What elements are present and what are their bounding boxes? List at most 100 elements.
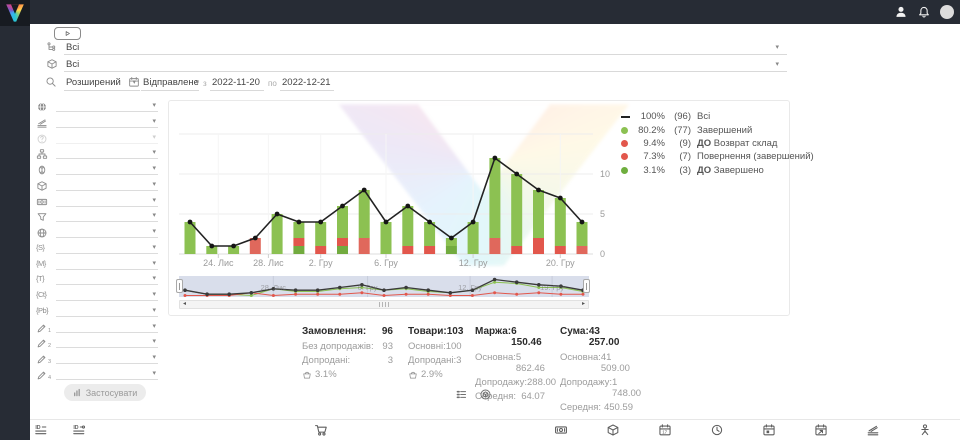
legend-item[interactable]: 3.1%(3)ДО Завершено xyxy=(621,164,814,177)
bar-segment-return_completed[interactable] xyxy=(577,246,588,254)
data-point[interactable] xyxy=(384,220,389,225)
date-sent-icon[interactable] xyxy=(762,423,776,437)
payment-icon[interactable] xyxy=(554,423,568,437)
filter-funnel-select[interactable]: ▾ xyxy=(36,210,162,225)
bar-segment-return_warehouse[interactable] xyxy=(402,246,413,254)
bar-segment-return_warehouse[interactable] xyxy=(555,246,566,254)
data-point[interactable] xyxy=(471,220,476,225)
legend-item[interactable]: 9.4%(9)ДО Возврат склад xyxy=(621,137,814,150)
data-point[interactable] xyxy=(340,204,345,209)
filter-help-filter-select[interactable]: ▾ xyxy=(36,132,162,147)
bar-segment-completed[interactable] xyxy=(468,222,479,254)
bar-segment-return_completed[interactable] xyxy=(359,238,370,254)
bar-segment-return_warehouse[interactable] xyxy=(293,238,304,246)
bar-segment-return_warehouse[interactable] xyxy=(315,246,326,254)
bar-segment-completed[interactable] xyxy=(337,206,348,238)
filter-custom-field-4-select[interactable]: 4▾ xyxy=(36,368,162,383)
list-view-toggle[interactable] xyxy=(455,388,468,401)
data-point[interactable] xyxy=(514,172,519,177)
scroll-right-button[interactable]: ▸ xyxy=(579,301,588,308)
apply-button[interactable]: Застосувати xyxy=(64,384,146,401)
bar-segment-do_completed[interactable] xyxy=(446,246,457,254)
date-type-select[interactable]: Відправлене ▾ xyxy=(141,74,199,91)
user-icon[interactable] xyxy=(894,5,908,19)
search-filter-row: Розширений ▾ Відправлене ▾ з 2022-11-20 … xyxy=(44,74,788,91)
products-icon[interactable] xyxy=(606,423,620,437)
navigator-scrollbar[interactable]: ◂ ▸ xyxy=(179,300,589,309)
filter-utm-term-select[interactable]: {T}▾ xyxy=(36,273,162,288)
product-select[interactable]: Всі ▾ xyxy=(44,56,788,72)
bar-segment-do_completed[interactable] xyxy=(337,246,348,254)
bar-segment-completed[interactable] xyxy=(511,174,522,246)
bar-segment-return_warehouse[interactable] xyxy=(533,238,544,254)
filter-utm-source-select[interactable]: {S}▾ xyxy=(36,242,162,257)
product-view-toggle[interactable] xyxy=(479,388,492,401)
order-id-icon[interactable]: ID xyxy=(34,423,48,437)
bar-segment-completed[interactable] xyxy=(533,190,544,238)
scroll-left-button[interactable]: ◂ xyxy=(180,301,189,308)
data-point[interactable] xyxy=(275,212,280,217)
source-select[interactable]: Всі ▾ xyxy=(44,39,788,55)
data-point[interactable] xyxy=(427,220,432,225)
bar-segment-return_completed[interactable] xyxy=(489,238,500,254)
courier-icon[interactable] xyxy=(918,423,932,437)
data-point[interactable] xyxy=(231,244,236,249)
bar-segment-completed[interactable] xyxy=(577,222,588,246)
data-point[interactable] xyxy=(449,236,454,241)
data-point[interactable] xyxy=(188,220,193,225)
data-point[interactable] xyxy=(558,196,563,201)
data-point[interactable] xyxy=(362,188,367,193)
divider xyxy=(280,90,334,91)
data-point[interactable] xyxy=(536,188,541,193)
filter-utm-content-select[interactable]: {Ct}▾ xyxy=(36,289,162,304)
navigator-left-handle[interactable] xyxy=(176,279,183,293)
app-logo[interactable] xyxy=(0,0,30,26)
filter-status-group-select[interactable]: ▾ xyxy=(36,116,162,131)
data-point[interactable] xyxy=(209,244,214,249)
scrollbar-grip[interactable] xyxy=(379,302,389,307)
filter-site-select[interactable]: ▾ xyxy=(36,226,162,241)
time-icon[interactable] xyxy=(710,423,724,437)
legend-item[interactable]: 80.2%(77)Завершений xyxy=(621,123,814,136)
stat-row: Основна:5 862.46 xyxy=(475,352,545,374)
chart-navigator[interactable]: 28. Лис6. Гру12. Гру19. Гру xyxy=(179,276,589,297)
bar-segment-completed[interactable] xyxy=(359,190,370,238)
avatar[interactable] xyxy=(940,5,954,19)
legend-item[interactable]: 100%(96)Всі xyxy=(621,110,814,123)
bar-segment-do_completed[interactable] xyxy=(293,246,304,254)
bar-segment-return_warehouse[interactable] xyxy=(337,238,348,246)
filter-country-select[interactable]: ▾ xyxy=(36,100,162,115)
data-point[interactable] xyxy=(318,220,323,225)
bar-segment-completed[interactable] xyxy=(555,198,566,246)
bar-segment-completed[interactable] xyxy=(315,222,326,246)
date-from-input[interactable]: 2022-11-20 xyxy=(210,74,264,91)
data-point[interactable] xyxy=(580,220,585,225)
data-point[interactable] xyxy=(253,236,258,241)
notifications-bell-icon[interactable] xyxy=(917,5,931,19)
date-created-icon[interactable]: 17 xyxy=(658,423,672,437)
date-delivered-icon[interactable] xyxy=(814,423,828,437)
cart-icon[interactable] xyxy=(314,423,328,437)
filter-utm-medium-select[interactable]: {M}▾ xyxy=(36,258,162,273)
order-id-status-icon[interactable]: ID xyxy=(72,423,86,437)
navigator-right-handle[interactable] xyxy=(583,279,590,293)
bar-segment-return_warehouse[interactable] xyxy=(511,246,522,254)
filter-payment-select[interactable]: ▾ xyxy=(36,195,162,210)
filter-custom-field-1-select[interactable]: 1▾ xyxy=(36,321,162,336)
bar-segment-completed[interactable] xyxy=(402,206,413,246)
bar-segment-return_warehouse[interactable] xyxy=(424,246,435,254)
data-point[interactable] xyxy=(297,220,302,225)
filter-custom-field-2-select[interactable]: 2▾ xyxy=(36,336,162,351)
filter-product-select[interactable]: ▾ xyxy=(36,179,162,194)
filter-structure-select[interactable]: ▾ xyxy=(36,147,162,162)
statuses-icon[interactable] xyxy=(866,423,880,437)
data-point[interactable] xyxy=(493,156,498,161)
date-to-input[interactable]: 2022-12-21 xyxy=(280,74,334,91)
filter-utm-campaign-select[interactable]: {Pb}▾ xyxy=(36,305,162,320)
data-point[interactable] xyxy=(405,204,410,209)
bar-segment-completed[interactable] xyxy=(272,214,283,254)
legend-item[interactable]: 7.3%(7)Повернення (завершений) xyxy=(621,150,814,163)
bar-segment-completed[interactable] xyxy=(381,222,392,254)
filter-custom-field-3-select[interactable]: 3▾ xyxy=(36,352,162,367)
filter-manager-select[interactable]: ▾ xyxy=(36,163,162,178)
